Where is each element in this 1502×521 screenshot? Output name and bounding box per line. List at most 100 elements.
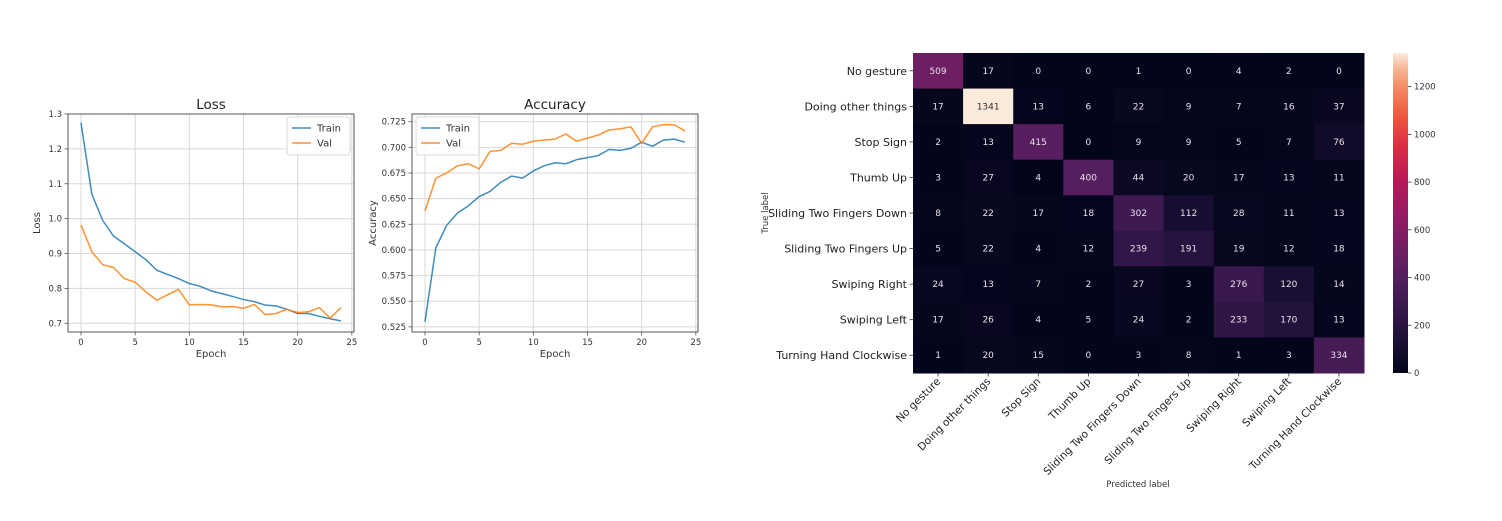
loss-y-tick-label: 0.7: [48, 319, 62, 329]
colorbar-tick-label: 200: [1414, 321, 1430, 331]
confusion-matrix-cell-value: 13: [982, 138, 993, 148]
loss-legend-label-val: Val: [317, 139, 332, 150]
confusion-matrix-cell-value: 415: [1030, 138, 1047, 148]
acc-y-tick-label: 0.675: [382, 169, 406, 179]
confusion-matrix-cell-value: 3: [1136, 351, 1142, 361]
confusion-matrix-cell-value: 276: [1230, 280, 1247, 290]
confusion-matrix-cell-value: 6: [1086, 102, 1092, 112]
confusion-matrix-cell-value: 17: [932, 316, 943, 326]
confusion-matrix-cells: 509 17 0 0 1 0 4 2 017 1341 13 6 22 9 7 16 372 13 415 0 9 9 5 7…: [913, 53, 1365, 374]
confusion-matrix-row-label: No gesture: [847, 65, 908, 78]
confusion-matrix-row-label: Doing other things: [804, 100, 907, 113]
loss-x-tick-label: 15: [238, 338, 249, 348]
loss-y-tick-label: 1.1: [48, 180, 62, 190]
confusion-matrix-cell-value: 16: [1283, 102, 1295, 112]
accuracy-y-ticks: 0.525 0.550 0.575 0.600 0.625 0.650 0.675 0.700…: [382, 118, 412, 333]
acc-y-tick-label: 0.725: [382, 118, 406, 128]
colorbar-tick-label: 400: [1414, 274, 1430, 284]
loss-x-tick-label: 20: [292, 338, 303, 348]
confusion-matrix-cell-value: 24: [1133, 316, 1145, 326]
confusion-matrix-cell-value: 7: [1286, 138, 1292, 148]
confusion-matrix-cell-value: 334: [1330, 351, 1347, 361]
confusion-matrix-y-axis-label: True label: [761, 192, 771, 234]
loss-chart-title: Loss: [196, 97, 226, 113]
confusion-matrix-row-label: Stop Sign: [855, 136, 908, 149]
loss-y-tick-label: 0.8: [48, 284, 62, 294]
acc-legend-label-train: Train: [445, 124, 470, 135]
confusion-matrix-row-label: Sliding Two Fingers Down: [768, 207, 907, 220]
acc-y-tick-label: 0.525: [382, 323, 406, 333]
loss-y-tick-label: 0.9: [48, 250, 62, 260]
confusion-matrix-cell-value: 1341: [977, 102, 1000, 112]
confusion-matrix-cell-value: 509: [929, 67, 946, 77]
confusion-matrix-cell-value: 12: [1083, 245, 1094, 255]
loss-y-tick-label: 1.2: [48, 145, 62, 155]
confusion-matrix-cell-value: 11: [1333, 173, 1344, 183]
loss-x-tick-label: 25: [346, 338, 357, 348]
confusion-matrix-col-label: Turning Hand Clockwise: [1247, 376, 1344, 473]
confusion-matrix-cell-value: 2: [1186, 316, 1192, 326]
confusion-matrix-cell-value: 8: [935, 209, 941, 219]
confusion-matrix-col-label: No gesture: [894, 376, 943, 425]
confusion-matrix-col-label: Stop Sign: [999, 376, 1043, 420]
confusion-matrix-cell-value: 120: [1280, 280, 1297, 290]
loss-x-tick-label: 0: [78, 338, 83, 348]
confusion-matrix-cell-value: 4: [1035, 316, 1041, 326]
confusion-matrix-cell-value: 0: [1186, 67, 1192, 77]
acc-x-tick-label: 5: [476, 338, 481, 348]
loss-y-tick-label: 1.0: [48, 215, 62, 225]
confusion-matrix-cell-value: 17: [1033, 209, 1044, 219]
acc-x-tick-label: 25: [690, 338, 701, 348]
confusion-matrix-cell-value: 17: [932, 102, 943, 112]
accuracy-chart-title: Accuracy: [524, 97, 586, 113]
acc-x-tick-label: 0: [422, 338, 427, 348]
confusion-matrix-cell-value: 17: [982, 67, 993, 77]
accuracy-chart: Accuracy 0 5 10 15 20 25 0.525 0.550 0.575 0.600…: [368, 97, 701, 360]
accuracy-x-axis-label: Epoch: [540, 349, 571, 360]
figure-canvas: Loss 0 5 10 15 20 25 0.70.80.91.01.11.21.3 Ep…: [32, 53, 1436, 490]
confusion-matrix-cell-value: 20: [1183, 173, 1195, 183]
accuracy-y-axis-label: Accuracy: [368, 200, 379, 246]
confusion-matrix-cell-value: 18: [1333, 245, 1345, 255]
colorbar-tick-label: 0: [1414, 369, 1419, 379]
confusion-matrix-cell-value: 15: [1033, 351, 1044, 361]
acc-y-tick-label: 0.625: [382, 220, 406, 230]
confusion-matrix-cell-value: 13: [1333, 316, 1344, 326]
loss-x-tick-label: 10: [184, 338, 195, 348]
confusion-matrix-cell-value: 2: [935, 138, 941, 148]
confusion-matrix-col-label: Thumb Up: [1046, 375, 1094, 423]
confusion-matrix-cell-value: 17: [1233, 173, 1244, 183]
confusion-matrix-cell-value: 239: [1130, 245, 1147, 255]
confusion-matrix-cell-value: 233: [1230, 316, 1247, 326]
confusion-matrix-cell-value: 26: [982, 316, 994, 326]
confusion-matrix-cell-value: 302: [1130, 209, 1147, 219]
confusion-matrix-cell-value: 0: [1086, 138, 1092, 148]
confusion-matrix-cell-value: 170: [1280, 316, 1297, 326]
confusion-matrix-cell-value: 14: [1333, 280, 1345, 290]
confusion-matrix-cell-value: 37: [1333, 102, 1344, 112]
confusion-matrix-cell-value: 13: [1333, 209, 1344, 219]
accuracy-legend: Train Val: [415, 116, 480, 156]
confusion-matrix-cell-value: 8: [1186, 351, 1192, 361]
loss-legend-label-train: Train: [316, 124, 341, 135]
confusion-matrix-cell-value: 0: [1086, 351, 1092, 361]
confusion-matrix-cell-value: 7: [1236, 102, 1242, 112]
confusion-matrix-cell-value: 4: [1236, 67, 1242, 77]
confusion-matrix-cell-value: 12: [1283, 245, 1294, 255]
acc-y-tick-label: 0.700: [382, 143, 406, 153]
colorbar-tick-label: 1000: [1414, 130, 1436, 140]
confusion-matrix-cell-value: 22: [1133, 102, 1144, 112]
confusion-matrix-row-labels: No gesture Doing other things Stop Sign Thu…: [768, 65, 913, 362]
acc-x-tick-label: 10: [528, 338, 539, 348]
confusion-matrix-cell-value: 76: [1333, 138, 1345, 148]
confusion-matrix-cell-value: 20: [982, 351, 994, 361]
loss-chart: Loss 0 5 10 15 20 25 0.7 0.8 0.9 1.0 1.1 1.2 1.3 Ep…: [32, 97, 357, 360]
confusion-matrix-cell-value: 1: [1236, 351, 1242, 361]
loss-x-ticks: 0 5 10 15 20 25: [78, 332, 357, 348]
acc-x-tick-label: 20: [636, 338, 647, 348]
confusion-matrix-cell-value: 27: [1133, 280, 1144, 290]
accuracy-x-ticks: 0 5 10 15 20 25: [422, 332, 701, 348]
confusion-matrix-col-labels: No gestureDoing other things Stop Sign Thu…: [894, 373, 1344, 478]
confusion-matrix-col-label: Swiping Left: [1240, 376, 1294, 430]
confusion-matrix-cell-value: 22: [982, 245, 993, 255]
